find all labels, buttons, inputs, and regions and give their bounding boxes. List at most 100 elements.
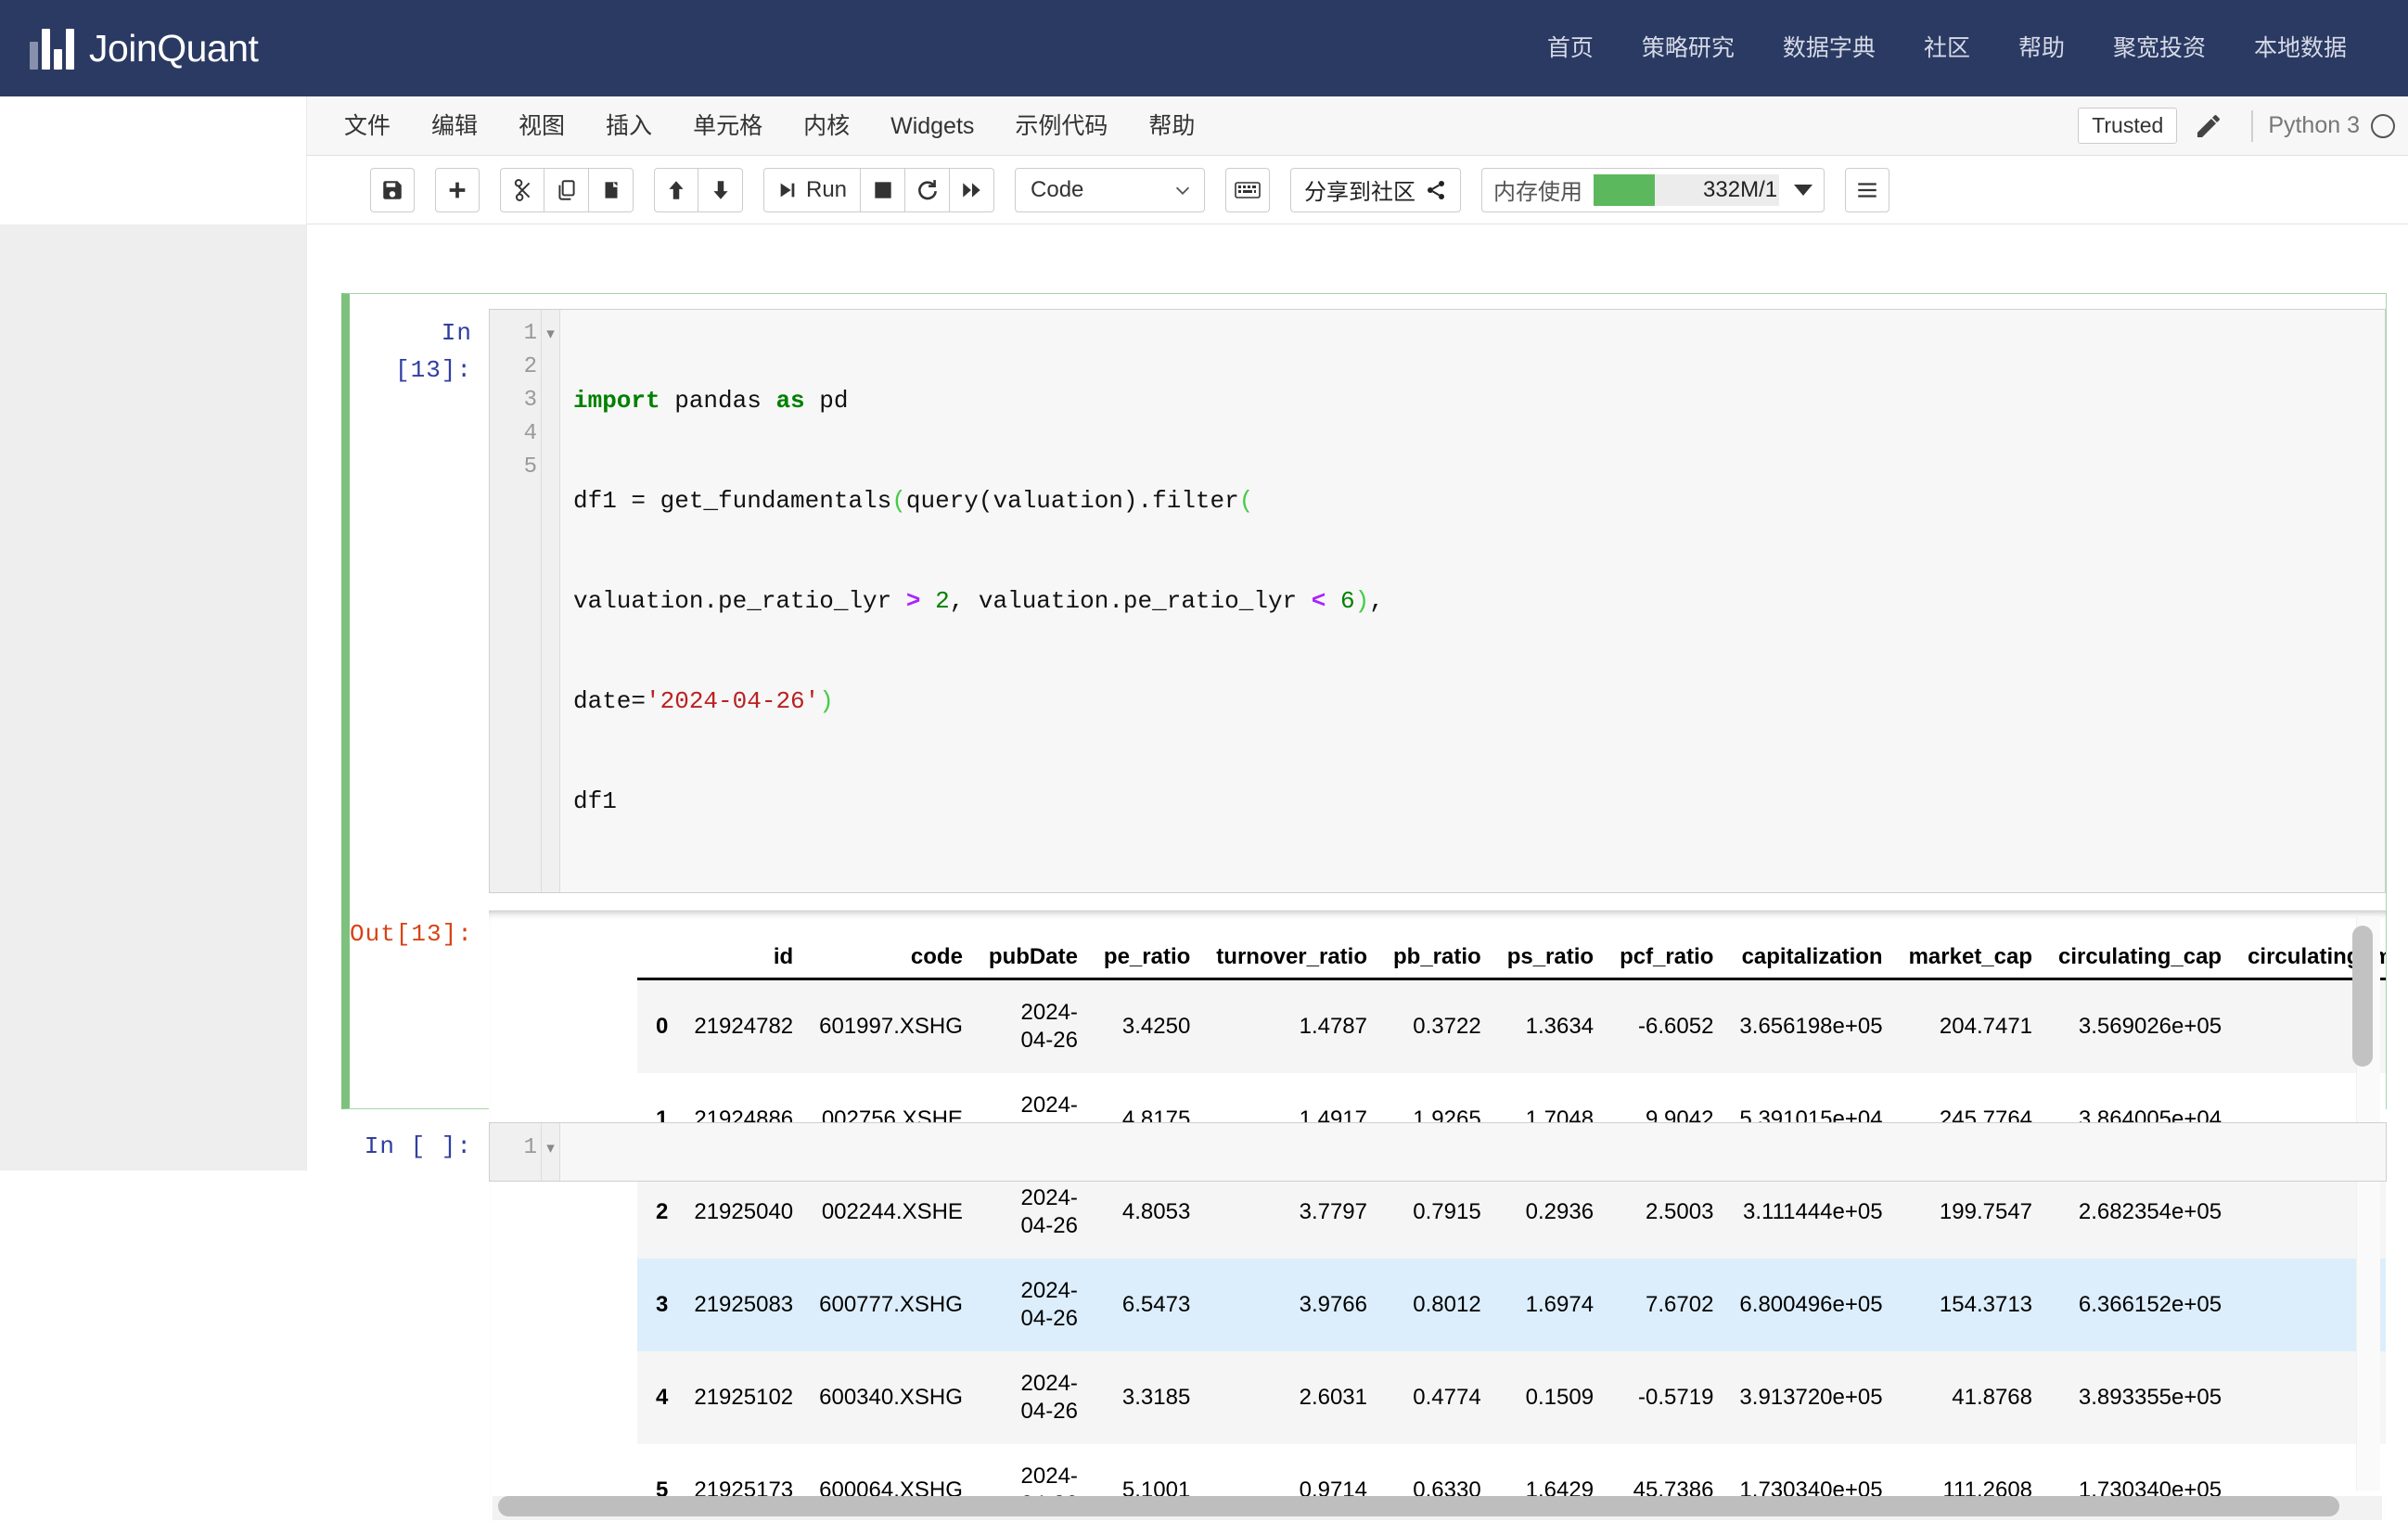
menubar-right: Trusted Python 3 xyxy=(2078,96,2408,156)
paste-icon[interactable] xyxy=(589,168,634,212)
nav-item-research[interactable]: 策略研究 xyxy=(1618,0,1759,96)
col-header-id[interactable]: id xyxy=(681,937,806,979)
output-horizontal-scrollbar-thumb[interactable] xyxy=(498,1496,2339,1516)
share-to-community-button[interactable]: 分享到社区 xyxy=(1290,168,1461,212)
menu-file[interactable]: 文件 xyxy=(324,96,411,156)
output-horizontal-scrollbar-track[interactable] xyxy=(493,1496,2382,1520)
nav-item-community[interactable]: 社区 xyxy=(1900,0,1994,96)
kernel-idle-circle-icon[interactable] xyxy=(2371,114,2395,138)
table-cell-ps-ratio: 1.6974 xyxy=(1494,1259,1607,1351)
stop-square-icon[interactable] xyxy=(861,168,905,212)
dataframe-table: id code pubDate pe_ratio turnover_ratio … xyxy=(637,937,2386,1498)
notebook-cell-selected[interactable]: In [13]: 1 2 3 4 5 ▾ import pandas as pd xyxy=(341,293,2387,1109)
table-cell-circulating-cap: 6.366152e+05 xyxy=(2045,1259,2235,1351)
col-header-ps-ratio[interactable]: ps_ratio xyxy=(1494,937,1607,979)
nav-item-investment[interactable]: 聚宽投资 xyxy=(2089,0,2230,96)
notebook-cell-empty[interactable]: In [ ]: 1 ▾ xyxy=(350,1122,2387,1187)
nav-item-data-dict[interactable]: 数据字典 xyxy=(1759,0,1900,96)
code-editor-empty[interactable]: 1 ▾ xyxy=(489,1122,2387,1182)
line-number: 4 xyxy=(490,417,537,451)
table-cell-pe-ratio: 6.5473 xyxy=(1091,1259,1203,1351)
list-lines-icon[interactable] xyxy=(1845,168,1889,212)
output-vertical-scrollbar-track[interactable] xyxy=(2356,916,2380,1490)
code-editor[interactable]: 1 2 3 4 5 ▾ import pandas as pd df1 = ge… xyxy=(489,309,2386,893)
col-header-capitalization[interactable]: capitalization xyxy=(1726,937,1895,979)
table-cell-circulating-cap: 3.893355e+05 xyxy=(2045,1351,2235,1444)
line-number: 1 xyxy=(490,317,537,351)
code-text[interactable]: import pandas as pd df1 = get_fundamenta… xyxy=(560,310,2385,892)
memory-usage-widget[interactable]: 内存使用 332M/1.0G，本篇145 xyxy=(1481,168,1825,212)
chevron-down-icon xyxy=(1172,180,1193,200)
fold-marker-icon[interactable]: ▾ xyxy=(542,317,559,351)
col-header-turnover-ratio[interactable]: turnover_ratio xyxy=(1203,937,1380,979)
menu-view[interactable]: 视图 xyxy=(498,96,585,156)
menu-help[interactable]: 帮助 xyxy=(1128,96,1215,156)
code-line-2: df1 = get_fundamentals(query(valuation).… xyxy=(573,484,2385,518)
share-nodes-icon xyxy=(1425,179,1447,201)
table-cell-market-cap: 204.7471 xyxy=(1896,979,2045,1074)
toolbar-group-move xyxy=(654,168,743,212)
code-text-empty[interactable] xyxy=(560,1123,2386,1181)
fold-marker-icon[interactable]: ▾ xyxy=(542,1127,559,1170)
toolbar-group-clipboard xyxy=(500,168,634,212)
table-cell-code: 600340.XSHG xyxy=(806,1351,976,1444)
site-header: JoinQuant 首页 策略研究 数据字典 社区 帮助 聚宽投资 本地数据 xyxy=(0,0,2408,96)
table-cell-pb-ratio: 0.3722 xyxy=(1380,979,1494,1074)
table-cell-circulating-cap: 3.569026e+05 xyxy=(2045,979,2235,1074)
nav-item-home[interactable]: 首页 xyxy=(1523,0,1618,96)
table-cell-code: 601997.XSHG xyxy=(806,979,976,1074)
add-plus-icon[interactable] xyxy=(435,168,480,212)
copy-icon[interactable] xyxy=(544,168,589,212)
arrow-down-icon[interactable] xyxy=(698,168,743,212)
table-cell-id: 21925102 xyxy=(681,1351,806,1444)
pencil-icon[interactable] xyxy=(2194,111,2223,141)
toolbar-group-run: Run xyxy=(763,168,994,212)
caret-down-icon xyxy=(1794,185,1812,196)
save-floppy-icon[interactable] xyxy=(370,168,415,212)
menubar-items: 文件 编辑 视图 插入 单元格 内核 Widgets 示例代码 帮助 xyxy=(307,96,1215,156)
trusted-badge[interactable]: Trusted xyxy=(2078,108,2177,144)
arrow-up-icon[interactable] xyxy=(654,168,698,212)
menu-insert[interactable]: 插入 xyxy=(585,96,672,156)
table-cell-id: 21925173 xyxy=(681,1444,806,1498)
bar-chart-logo-icon xyxy=(30,27,74,70)
keyboard-icon[interactable] xyxy=(1225,168,1270,212)
col-header-pe-ratio[interactable]: pe_ratio xyxy=(1091,937,1203,979)
code-fold-gutter-empty[interactable]: ▾ xyxy=(542,1123,560,1181)
dataframe-output-container: id code pubDate pe_ratio turnover_ratio … xyxy=(489,910,2386,1522)
col-header-market-cap[interactable]: market_cap xyxy=(1896,937,2045,979)
brand-logo-group[interactable]: JoinQuant xyxy=(30,27,258,70)
scissors-icon[interactable] xyxy=(500,168,544,212)
col-header-pubdate[interactable]: pubDate xyxy=(976,937,1091,979)
run-cell-button[interactable]: Run xyxy=(763,168,861,212)
dataframe-scroll-area[interactable]: id code pubDate pe_ratio turnover_ratio … xyxy=(489,911,2386,1498)
restart-circular-arrow-icon[interactable] xyxy=(905,168,950,212)
site-top-nav: 首页 策略研究 数据字典 社区 帮助 聚宽投资 本地数据 xyxy=(1523,0,2371,96)
table-cell-turnover-ratio: 3.9766 xyxy=(1203,1259,1380,1351)
table-cell-pubDate: 2024-04-26 xyxy=(976,979,1091,1074)
nav-item-local-data[interactable]: 本地数据 xyxy=(2230,0,2371,96)
notebook-left-gutter xyxy=(0,224,306,1170)
col-header-pb-ratio[interactable]: pb_ratio xyxy=(1380,937,1494,979)
menu-edit[interactable]: 编辑 xyxy=(411,96,498,156)
table-cell-pubDate: 2024-04-26 xyxy=(976,1444,1091,1498)
menu-kernel[interactable]: 内核 xyxy=(783,96,870,156)
menu-widgets[interactable]: Widgets xyxy=(870,96,994,156)
cell-type-value: Code xyxy=(1031,177,1083,203)
notebook-sheet: In [13]: 1 2 3 4 5 ▾ import pandas as pd xyxy=(306,224,2408,1170)
table-cell-index: 0 xyxy=(637,979,681,1074)
code-fold-gutter[interactable]: ▾ xyxy=(542,310,560,892)
col-header-code[interactable]: code xyxy=(806,937,976,979)
cell-type-select[interactable]: Code xyxy=(1015,168,1205,212)
col-header-pcf-ratio[interactable]: pcf_ratio xyxy=(1607,937,1726,979)
menu-examples[interactable]: 示例代码 xyxy=(994,96,1128,156)
memory-usage-text: 332M/1.0G，本篇145 xyxy=(1703,174,1779,206)
table-cell-pb-ratio: 0.4774 xyxy=(1380,1351,1494,1444)
nav-item-help[interactable]: 帮助 xyxy=(1994,0,2089,96)
output-vertical-scrollbar-thumb[interactable] xyxy=(2352,926,2373,1067)
col-header-circulating-cap[interactable]: circulating_cap xyxy=(2045,937,2235,979)
fast-forward-icon[interactable] xyxy=(950,168,994,212)
code-line-3: valuation.pe_ratio_lyr > 2, valuation.pe… xyxy=(573,584,2385,618)
menu-cell[interactable]: 单元格 xyxy=(672,96,783,156)
table-cell-pb-ratio: 0.6330 xyxy=(1380,1444,1494,1498)
